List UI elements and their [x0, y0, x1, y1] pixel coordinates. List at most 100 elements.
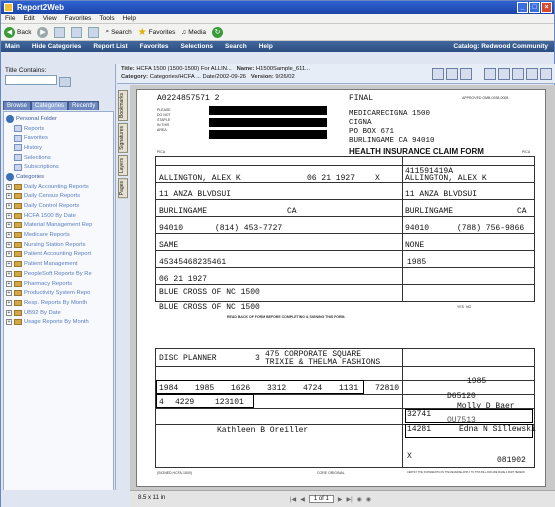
favorites-icon	[14, 134, 22, 142]
tab-recently[interactable]: Recently	[68, 101, 100, 110]
nav-hide-categories[interactable]: Hide Categories	[32, 41, 82, 52]
menu-edit[interactable]: Edit	[23, 14, 34, 23]
tree-item[interactable]: + HCFA 1500 By Date	[6, 211, 111, 221]
document-viewer[interactable]: A0224857571 2 FINAL PLEASE DO NOT STAPLE IN…	[130, 85, 555, 490]
forward-circle-icon[interactable]: ◉	[366, 496, 371, 503]
expand-icon[interactable]: +	[6, 183, 12, 190]
tree-item[interactable]: + Patient Accounting Report	[6, 250, 111, 260]
nav-search[interactable]: Search	[225, 41, 247, 52]
expand-icon[interactable]: +	[6, 280, 12, 287]
tree-item[interactable]: + Daily Control Reports	[6, 201, 111, 211]
nav-main[interactable]: Main	[5, 41, 20, 52]
other-dob: 06 21 1927	[159, 275, 208, 284]
print-icon[interactable]	[484, 68, 496, 80]
tab-bookmarks[interactable]: Bookmarks	[118, 90, 128, 122]
tree-item[interactable]: + UB92 By Date	[6, 308, 111, 318]
expand-icon[interactable]: +	[6, 193, 12, 200]
tree-item[interactable]: + Material Management Rep	[6, 221, 111, 231]
folder-icon	[14, 222, 22, 229]
tree-item[interactable]: Personal Folder	[6, 114, 111, 124]
title-contains-input[interactable]	[5, 75, 57, 85]
media-icon: ♫	[181, 28, 187, 36]
refresh-icon[interactable]	[71, 26, 83, 38]
last-page-button[interactable]: ▶|	[346, 496, 352, 503]
tree-item[interactable]: Favorites	[6, 133, 111, 143]
insured-state: CA	[517, 207, 527, 216]
year-cell: 1985	[467, 377, 487, 386]
back-button[interactable]: ◀ Back	[4, 26, 31, 38]
close-button[interactable]: ×	[541, 2, 552, 13]
maximize-button[interactable]: □	[529, 2, 540, 13]
back-circle-icon[interactable]: ◉	[357, 496, 362, 503]
expand-icon[interactable]: +	[6, 251, 12, 258]
tree-item[interactable]: Selections	[6, 153, 111, 163]
tree-item[interactable]: History	[6, 143, 111, 153]
tree-item[interactable]: Reports	[6, 124, 111, 134]
email-icon[interactable]	[432, 68, 444, 80]
next-page-button[interactable]: ▶	[338, 496, 343, 503]
search-button[interactable]: ⌕ Search	[105, 28, 131, 36]
minimize-button[interactable]: _	[517, 2, 528, 13]
tree-item[interactable]: + Medicare Reports	[6, 230, 111, 240]
menu-help[interactable]: Help	[123, 14, 136, 23]
tree-item[interactable]: + PeopleSoft Reports By Re	[6, 269, 111, 279]
expand-icon[interactable]: +	[6, 309, 12, 316]
expand-icon[interactable]: +	[6, 222, 12, 229]
tree-item[interactable]: + Resp. Reports By Month	[6, 298, 111, 308]
expand-icon[interactable]: +	[6, 241, 12, 248]
expand-icon[interactable]: +	[6, 299, 12, 306]
menu-tools[interactable]: Tools	[99, 14, 114, 23]
tab-signatures[interactable]: Signatures	[118, 123, 128, 153]
tree-item[interactable]: + Daily Accounting Reports	[6, 182, 111, 192]
tree-item[interactable]: Categories	[6, 172, 111, 182]
expand-icon[interactable]: +	[6, 212, 12, 219]
tree-item[interactable]: + Daily Census Reports	[6, 192, 111, 202]
tab-browse[interactable]: Browse	[3, 101, 32, 110]
first-page-button[interactable]: |◀	[290, 496, 296, 503]
expand-icon[interactable]: +	[6, 261, 12, 268]
menu-view[interactable]: View	[43, 14, 57, 23]
nav-selections[interactable]: Selections	[181, 41, 214, 52]
expand-icon[interactable]: +	[6, 319, 12, 326]
next-icon[interactable]	[540, 68, 552, 80]
tree-item[interactable]: + Pharmacy Reports	[6, 279, 111, 289]
insured-address: 11 ANZA BLVDSUI	[405, 190, 478, 199]
claim-form-page: A0224857571 2 FINAL PLEASE DO NOT STAPLE IN…	[136, 89, 546, 487]
tab-pages[interactable]: Pages	[118, 177, 128, 199]
zoom-icon[interactable]	[526, 68, 538, 80]
menu-favorites[interactable]: Favorites	[65, 14, 92, 23]
expand-icon[interactable]: +	[6, 270, 12, 277]
tree-item[interactable]: + Nursing Station Reports	[6, 240, 111, 250]
page-indicator[interactable]: 1 of 1	[308, 495, 334, 503]
nav-help[interactable]: Help	[259, 41, 273, 52]
tab-categories[interactable]: Categories	[31, 101, 69, 110]
title-search-button[interactable]	[59, 77, 71, 87]
history-icon[interactable]: ↻	[212, 26, 223, 38]
nav-report-list[interactable]: Report List	[93, 41, 127, 52]
forward-arrow-icon[interactable]: ▶	[37, 26, 49, 38]
copy-icon[interactable]	[512, 68, 524, 80]
window-title: Report2Web	[17, 3, 64, 12]
tree-item[interactable]: + Patient Management	[6, 259, 111, 269]
expand-icon[interactable]: +	[6, 290, 12, 297]
tree-item[interactable]: Subscriptions	[6, 162, 111, 172]
expand-icon[interactable]: +	[6, 203, 12, 210]
form-heading: HEALTH INSURANCE CLAIM FORM	[349, 147, 484, 156]
menu-file[interactable]: File	[5, 14, 15, 23]
date-cell: 72810	[375, 384, 400, 393]
pdf-icon[interactable]	[460, 68, 472, 80]
tree-item[interactable]: + Productivity System Repo	[6, 288, 111, 298]
tree-item[interactable]: + Usage Reports By Month	[6, 317, 111, 327]
window-titlebar: Report2Web _ □ ×	[1, 1, 554, 14]
save-icon[interactable]	[498, 68, 510, 80]
prev-page-button[interactable]: ◀	[300, 496, 305, 503]
other-insured-name: SAME	[159, 241, 179, 250]
home-icon[interactable]	[88, 26, 100, 38]
stop-icon[interactable]	[54, 26, 66, 38]
expand-icon[interactable]: +	[6, 232, 12, 239]
tab-layers[interactable]: Layers	[118, 154, 128, 176]
media-button[interactable]: ♫ Media	[181, 29, 206, 36]
export-icon[interactable]	[446, 68, 458, 80]
favorites-button[interactable]: ★ Favorites	[138, 27, 176, 38]
nav-favorites[interactable]: Favorites	[140, 41, 169, 52]
